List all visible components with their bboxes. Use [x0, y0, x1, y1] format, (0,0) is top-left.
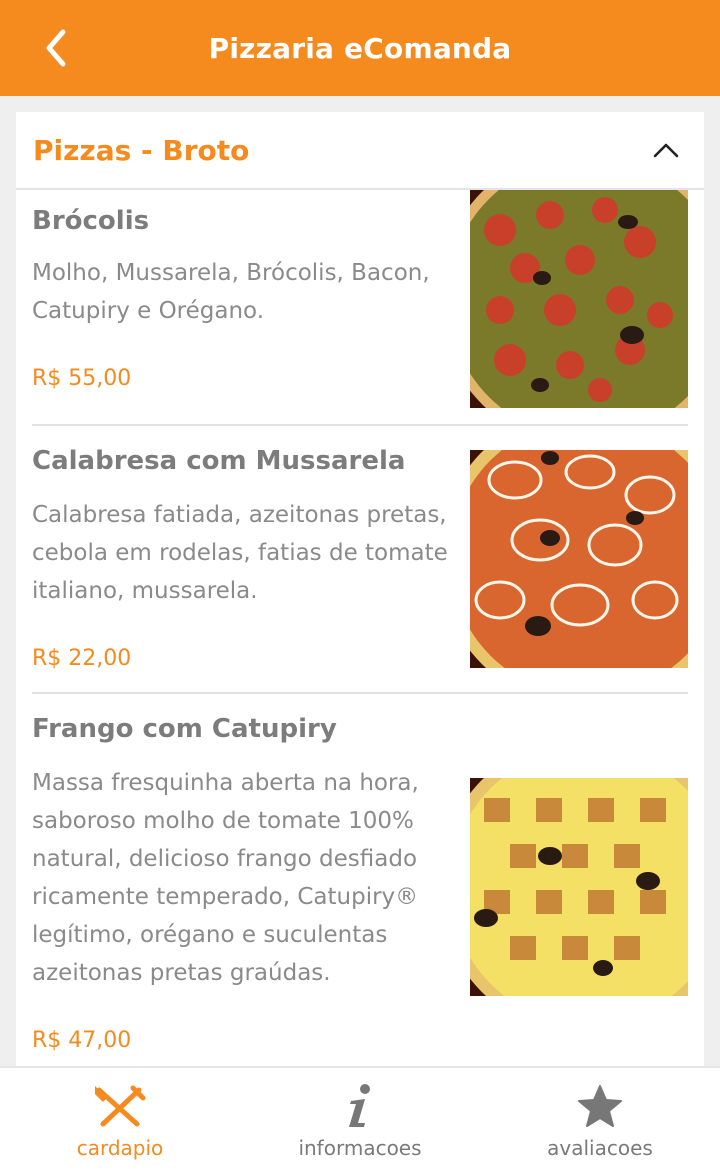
- bottom-navigation: cardapio informacoes avaliacoes: [0, 1066, 720, 1176]
- item-description: Massa fresquinha aberta na hora, saboros…: [32, 770, 419, 986]
- menu-item[interactable]: Frango com Catupiry Massa fresquinha abe…: [32, 694, 688, 1068]
- item-description: Molho, Mussarela, Brócolis, Bacon, Catup…: [32, 260, 430, 324]
- menu-item[interactable]: Calabresa com Mussarela Calabresa fatiad…: [32, 426, 688, 694]
- pizza-image: [470, 190, 688, 408]
- collapse-button[interactable]: [646, 130, 686, 170]
- menu-item[interactable]: Brócolis Molho, Mussarela, Brócolis, Bac…: [32, 190, 688, 426]
- nav-label: avaliacoes: [547, 1136, 653, 1160]
- menu-section-card: Pizzas - Broto Brócolis Molho, Mussarela…: [16, 112, 704, 1068]
- section-title: Pizzas - Broto: [33, 133, 250, 167]
- chevron-up-icon: [653, 143, 679, 158]
- item-description: Calabresa fatiada, azeitonas pretas, ceb…: [32, 502, 448, 604]
- item-price: R$ 47,00: [32, 1028, 132, 1053]
- info-icon: [349, 1084, 370, 1127]
- item-name: Brócolis: [32, 206, 150, 236]
- fork-knife-icon: [95, 1085, 146, 1127]
- chevron-left-icon: [46, 29, 66, 67]
- pizza-image: [470, 778, 688, 996]
- page-title: Pizzaria eComanda: [208, 31, 512, 65]
- item-name: Calabresa com Mussarela: [32, 446, 406, 476]
- nav-item-cardapio[interactable]: cardapio: [0, 1068, 240, 1176]
- item-price: R$ 55,00: [32, 366, 132, 391]
- nav-label: informacoes: [298, 1136, 422, 1160]
- back-button[interactable]: [30, 22, 82, 74]
- section-header[interactable]: Pizzas - Broto: [16, 112, 704, 190]
- nav-label: cardapio: [76, 1136, 164, 1160]
- item-name: Frango com Catupiry: [32, 714, 337, 744]
- app-bar: Pizzaria eComanda: [0, 0, 720, 96]
- star-icon: [578, 1085, 622, 1127]
- nav-item-avaliacoes[interactable]: avaliacoes: [480, 1068, 720, 1176]
- item-price: R$ 22,00: [32, 646, 132, 671]
- nav-item-informacoes[interactable]: informacoes: [240, 1068, 480, 1176]
- pizza-image: [470, 450, 688, 668]
